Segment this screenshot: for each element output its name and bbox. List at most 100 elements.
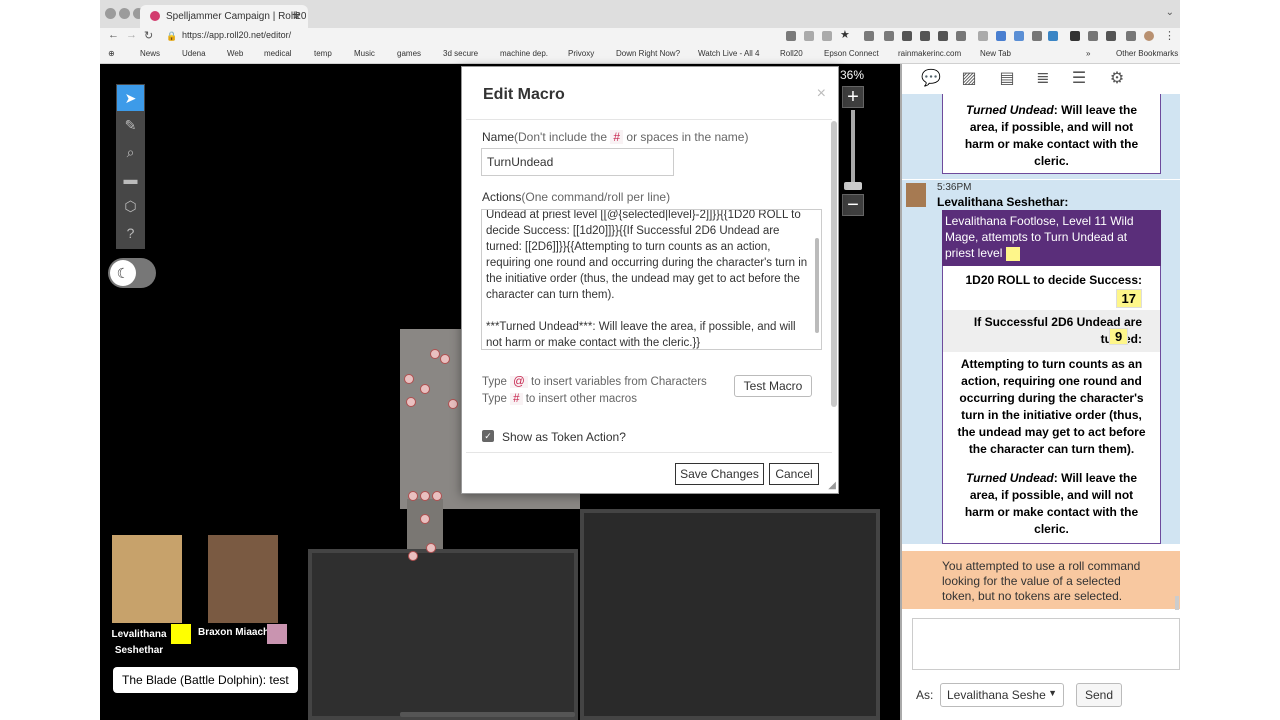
bookmark-privoxy[interactable]: Privoxy (568, 49, 594, 58)
cancel-button[interactable]: Cancel (769, 463, 819, 485)
zoom-track[interactable] (851, 110, 855, 190)
extension-icon[interactable] (902, 31, 912, 41)
extension-icon[interactable] (1014, 31, 1024, 41)
map-token[interactable] (420, 514, 430, 524)
textarea-scrollbar[interactable] (815, 238, 819, 333)
extension-icon[interactable] (786, 31, 796, 41)
bookmark-news[interactable]: News (140, 49, 160, 58)
dialog-close-icon[interactable]: × (817, 85, 826, 103)
map-token[interactable] (420, 491, 430, 501)
bookmark-new-tab[interactable]: New Tab (980, 49, 1011, 58)
map-token[interactable] (408, 491, 418, 501)
send-button[interactable]: Send (1076, 683, 1122, 707)
menu-kebab-icon[interactable]: ⋮ (1164, 29, 1175, 42)
extension-icon[interactable] (956, 31, 966, 41)
map-room (308, 549, 578, 720)
new-tab-button[interactable]: + (292, 6, 300, 22)
dialog-scrollbar[interactable] (831, 121, 837, 407)
map-token[interactable] (404, 374, 414, 384)
address-bar[interactable]: https://app.roll20.net/editor/ (182, 30, 291, 40)
speak-as-select[interactable]: Levalithana Seshe ▼ (940, 683, 1064, 707)
shield-icon[interactable] (1070, 31, 1080, 41)
select-pointer-icon[interactable]: ➤ (117, 85, 144, 111)
player-avatar[interactable] (112, 535, 182, 623)
journal-icon[interactable]: ▤ (996, 68, 1018, 90)
token-action-checkbox[interactable]: ✓ (482, 430, 494, 442)
jukebox-icon[interactable]: ☰ (1068, 68, 1090, 90)
map-token[interactable] (426, 543, 436, 553)
reload-icon[interactable]: ↻ (144, 29, 153, 42)
extension-icon[interactable] (1088, 31, 1098, 41)
bookmark-machine-dep[interactable]: machine dep. (500, 49, 548, 58)
zoom-out-button[interactable]: − (842, 194, 864, 216)
back-icon[interactable]: ← (108, 29, 119, 41)
other-bookmarks[interactable]: Other Bookmarks (1116, 49, 1178, 58)
bookmark-rainmaker[interactable]: rainmakerinc.com (898, 49, 961, 58)
bookmark-web[interactable]: Web (227, 49, 243, 58)
compendium-icon[interactable]: ≣ (1032, 68, 1054, 90)
puzzle-icon[interactable] (1106, 31, 1116, 41)
save-changes-button[interactable]: Save Changes (675, 463, 764, 485)
extension-icon[interactable] (884, 31, 894, 41)
extension-icon[interactable] (996, 31, 1006, 41)
extension-icon[interactable] (978, 31, 988, 41)
bookmark-medical[interactable]: medical (264, 49, 292, 58)
bookmark-star-icon[interactable]: ★ (840, 28, 850, 41)
apps-icon[interactable]: ⊕ (108, 49, 115, 58)
macro-name-input[interactable]: TurnUndead (481, 148, 674, 176)
search-page-icon[interactable] (804, 31, 814, 41)
roll-result-badge[interactable]: 9 (1109, 328, 1129, 345)
bookmarks-overflow-icon[interactable]: » (1086, 49, 1090, 58)
chat-input[interactable] (912, 618, 1180, 670)
resize-handle-icon[interactable]: ◢ (828, 480, 836, 491)
night-mode-toggle[interactable]: ☾ (108, 258, 156, 288)
minimize-window-icon[interactable] (119, 8, 130, 19)
extension-icon[interactable] (1048, 31, 1058, 41)
bookmark-temp[interactable]: temp (314, 49, 332, 58)
bookmark-games[interactable]: games (397, 49, 421, 58)
close-window-icon[interactable] (105, 8, 116, 19)
forward-icon[interactable]: → (126, 29, 137, 41)
bookmark-udena[interactable]: Udena (182, 49, 206, 58)
settings-icon[interactable]: ⚙ (1106, 68, 1128, 90)
bookmark-roll20[interactable]: Roll20 (780, 49, 803, 58)
help-icon[interactable]: ? (117, 220, 144, 246)
extension-icon[interactable] (920, 31, 930, 41)
map-horizontal-scrollbar[interactable] (400, 712, 575, 717)
player-avatar[interactable] (208, 535, 278, 623)
map-token[interactable] (406, 397, 416, 407)
map-token[interactable] (432, 491, 442, 501)
extension-icon[interactable] (1126, 31, 1136, 41)
roll-result-badge[interactable]: 17 (1115, 289, 1142, 308)
bookmark-watch-live[interactable]: Watch Live - All 4 (698, 49, 760, 58)
art-library-icon[interactable]: ▨ (958, 68, 980, 90)
level-inline-roll[interactable] (1005, 246, 1020, 261)
extension-icon[interactable] (1032, 31, 1042, 41)
test-macro-button[interactable]: Test Macro (734, 375, 812, 397)
dice-icon[interactable]: ⬡ (117, 193, 144, 219)
bookmark-3d-secure[interactable]: 3d secure (443, 49, 478, 58)
token-action-label: Show as Token Action? (502, 430, 626, 444)
map-token[interactable] (430, 349, 440, 359)
zoom-icon[interactable]: ⌕ (117, 139, 144, 165)
chat-icon[interactable]: 💬 (920, 68, 942, 90)
macro-actions-textarea[interactable]: Undead at priest level [[@{selected|leve… (481, 209, 822, 350)
map-token[interactable] (440, 354, 450, 364)
brush-icon[interactable]: ✎ (117, 112, 144, 138)
profile-avatar-icon[interactable] (1144, 31, 1154, 41)
ruler-icon[interactable]: ▬ (117, 166, 144, 192)
browser-tab[interactable]: Spelljammer Campaign | Roll20 × (140, 5, 308, 28)
map-token[interactable] (408, 551, 418, 561)
extension-icon[interactable] (938, 31, 948, 41)
zoom-in-button[interactable]: + (842, 86, 864, 108)
bookmark-down-right-now[interactable]: Down Right Now? (616, 49, 680, 58)
map-token[interactable] (420, 384, 430, 394)
bookmark-epson-connect[interactable]: Epson Connect (824, 49, 879, 58)
extension-icon[interactable] (864, 31, 874, 41)
tab-menu-icon[interactable]: ⌄ (1166, 7, 1174, 18)
bookmark-music[interactable]: Music (354, 49, 375, 58)
map-token[interactable] (448, 399, 458, 409)
zoom-handle[interactable] (844, 182, 862, 190)
share-icon[interactable] (822, 31, 832, 41)
chat-scrollbar[interactable] (1175, 596, 1179, 610)
